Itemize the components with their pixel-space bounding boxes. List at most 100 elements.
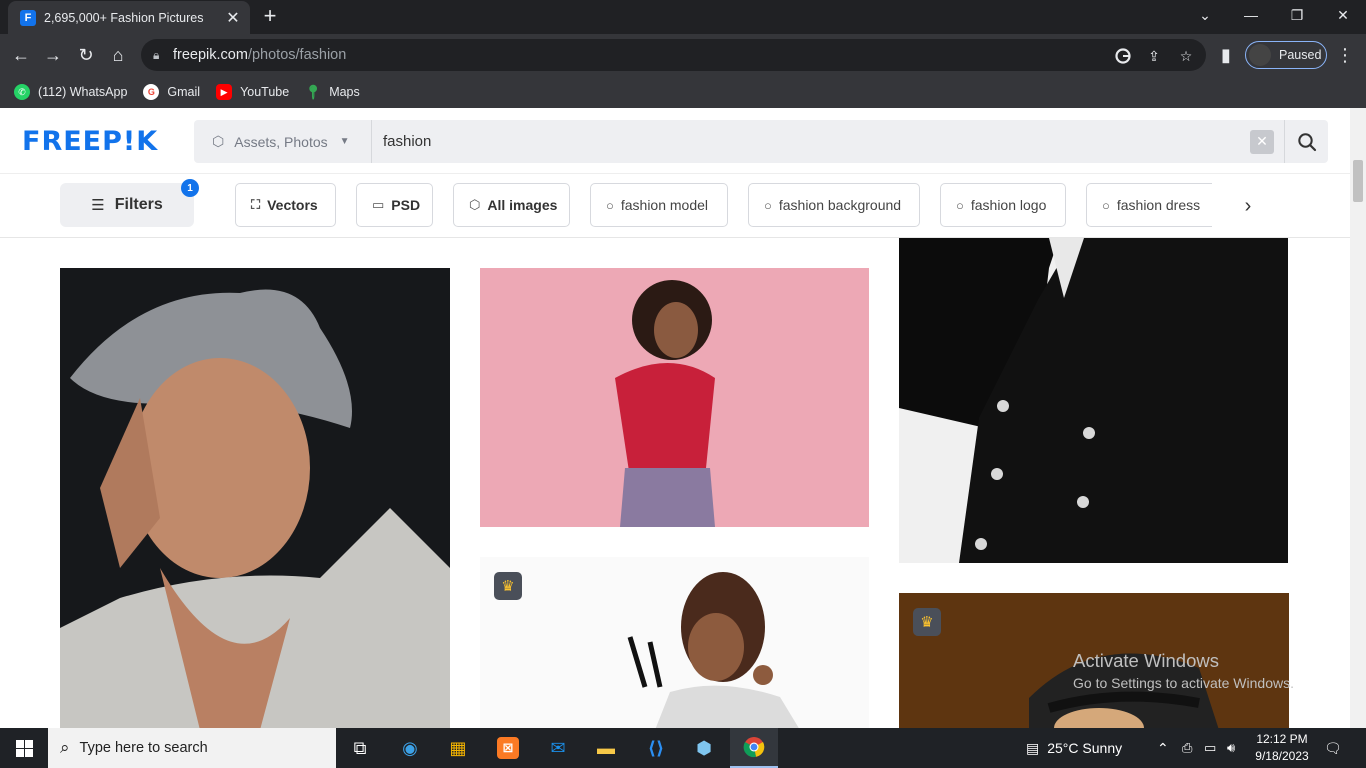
browser-tab[interactable]: F 2,695,000+ Fashion Pictures ✕ — [8, 1, 250, 34]
microsoft-store-icon[interactable]: ▦ — [434, 728, 482, 768]
clear-search-icon[interactable]: ✕ — [1250, 129, 1274, 154]
chevron-right-icon[interactable]: › — [1236, 194, 1260, 218]
image-card-hat-woman[interactable] — [60, 268, 450, 728]
chip-fashion-background[interactable]: ○ fashion background — [748, 183, 920, 227]
minimize-button[interactable]: — — [1228, 0, 1274, 30]
youtube-icon: ▶ — [216, 84, 233, 100]
bookmark-label: YouTube — [240, 85, 290, 99]
bookmark-maps[interactable]: 📍︎ Maps — [304, 84, 360, 100]
chip-label: All images — [487, 197, 558, 213]
reload-button[interactable]: ↻ — [74, 43, 98, 67]
bookmarks-bar: ✆ (112) WhatsApp G Gmail ▶ YouTube 📍︎ Ma… — [0, 76, 1366, 108]
show-hidden-icons[interactable]: ⌃ — [1157, 728, 1169, 768]
clock-time: 12:12 PM — [1256, 732, 1308, 746]
search-icon: ○ — [1102, 197, 1110, 213]
images-icon: ⬡ — [469, 197, 481, 212]
windows-logo-icon — [15, 739, 33, 757]
task-view-icon[interactable]: ⧉ — [336, 728, 384, 768]
battery-icon[interactable]: ▭ — [1204, 728, 1216, 768]
filters-count-badge: 1 — [181, 179, 199, 197]
windows-taskbar: ⌕ Type here to search ⧉ ◉ ▦ ⊠ ✉ ▬ ⟨⟩ ⬢ ▤… — [0, 728, 1366, 768]
notifications-icon[interactable]: 🗨︎ — [1324, 728, 1342, 768]
weather-widget[interactable]: ▤ 25°C Sunny — [1026, 728, 1122, 768]
search-icon: ○ — [956, 197, 964, 213]
search-input[interactable] — [372, 120, 1250, 163]
vscode-icon[interactable]: ⟨⟩ — [632, 728, 680, 768]
clock-date: 9/18/2023 — [1255, 749, 1309, 763]
vectors-icon: ⛶ — [251, 197, 261, 212]
web-page: FREEP!K ⬡ Assets, Photos ▼ ✕ ☰ Filters 1… — [0, 108, 1350, 728]
image-card-red-jacket[interactable] — [480, 268, 869, 527]
mail-icon[interactable]: ✉ — [534, 728, 582, 768]
woman-with-glasses-photo — [480, 557, 869, 728]
chip-label: Vectors — [267, 197, 318, 213]
search-icon — [1297, 132, 1316, 151]
edge-icon[interactable]: ◉ — [386, 728, 434, 768]
chip-label: fashion dress — [1116, 197, 1201, 213]
bookmark-whatsapp[interactable]: ✆ (112) WhatsApp — [14, 84, 127, 100]
home-button[interactable]: ⌂ — [106, 43, 130, 67]
chip-label: fashion logo — [970, 197, 1047, 213]
chip-psd[interactable]: ▭ PSD — [356, 183, 433, 227]
black-blazer-photo — [899, 238, 1288, 563]
url-domain: freepik.com — [173, 47, 248, 63]
url-path: /photos/fashion — [247, 47, 347, 63]
chip-fashion-dress[interactable]: ○ fashion dress — [1086, 183, 1212, 227]
weather-icon: ▤ — [1026, 739, 1040, 756]
search-button[interactable] — [1284, 120, 1328, 163]
google-lens-icon[interactable] — [1114, 47, 1132, 65]
chip-fashion-model[interactable]: ○ fashion model — [590, 183, 728, 227]
browser-toolbar: ← → ↻ ⌂ 🔒︎ freepik.com/photos/fashion ⇪ … — [0, 34, 1366, 76]
volume-icon[interactable]: 🔊︎ — [1227, 728, 1235, 768]
close-window-button[interactable]: ✕ — [1320, 0, 1366, 30]
woman-red-jacket-photo — [480, 268, 869, 527]
bookmark-gmail[interactable]: G Gmail — [143, 84, 200, 100]
taskbar-search-box[interactable]: ⌕ Type here to search — [48, 728, 336, 768]
chip-vectors[interactable]: ⛶ Vectors — [235, 183, 336, 227]
share-icon[interactable]: ⇪ — [1145, 47, 1163, 65]
chip-fashion-logo[interactable]: ○ fashion logo — [940, 183, 1066, 227]
taskbar-search-placeholder: Type here to search — [79, 740, 208, 756]
virtualbox-icon[interactable]: ⬢ — [680, 728, 728, 768]
search-icon: ⌕ — [60, 738, 70, 757]
image-card-leather-cap[interactable]: ♛ — [899, 593, 1289, 728]
side-panel-icon[interactable]: ▮ — [1214, 43, 1238, 67]
start-button[interactable] — [0, 728, 48, 768]
search-icon: ○ — [764, 197, 772, 213]
bookmark-label: Gmail — [167, 85, 201, 99]
asset-type-label: Assets, Photos — [234, 133, 328, 150]
chip-all-images[interactable]: ⬡ All images — [453, 183, 570, 227]
bookmark-label: Maps — [329, 85, 360, 99]
bookmark-youtube[interactable]: ▶ YouTube — [216, 84, 289, 100]
close-tab-icon[interactable]: ✕ — [224, 8, 242, 28]
google-icon: G — [143, 84, 160, 100]
chrome-taskbar-icon[interactable] — [730, 728, 778, 768]
lock-icon[interactable]: 🔒︎ — [153, 48, 173, 63]
meet-now-icon[interactable]: ⎙ — [1182, 728, 1192, 768]
filter-bar: ☰ Filters 1 ⛶ Vectors ▭ PSD ⬡ All images ○ f… — [0, 174, 1350, 238]
xampp-icon[interactable]: ⊠ — [484, 728, 532, 768]
bookmark-star-icon[interactable]: ☆ — [1177, 47, 1195, 65]
filters-label: Filters — [114, 196, 163, 213]
freepik-logo[interactable]: FREEP!K — [22, 126, 158, 157]
file-explorer-icon[interactable]: ▬ — [582, 728, 630, 768]
more-menu-icon[interactable]: ⋮ — [1333, 43, 1357, 67]
freepik-favicon: F — [20, 9, 36, 26]
scrollbar-thumb[interactable] — [1353, 160, 1363, 202]
forward-button[interactable]: → — [41, 43, 65, 67]
restore-button[interactable]: ❐ — [1274, 0, 1320, 30]
search-bar: ⬡ Assets, Photos ▼ ✕ — [194, 120, 1328, 163]
asset-type-dropdown[interactable]: ⬡ Assets, Photos ▼ — [194, 120, 372, 163]
address-bar[interactable]: 🔒︎ freepik.com/photos/fashion ⇪ ☆ — [141, 39, 1206, 71]
tab-search-chevron-icon[interactable]: ⌄ — [1182, 0, 1228, 30]
chrome-icon — [743, 737, 765, 758]
page-scrollbar[interactable] — [1350, 108, 1366, 728]
back-button[interactable]: ← — [9, 43, 33, 67]
profile-button[interactable]: Paused — [1245, 41, 1327, 69]
filters-button[interactable]: ☰ Filters — [60, 183, 194, 227]
search-icon: ○ — [606, 197, 614, 213]
new-tab-button[interactable]: + — [258, 5, 282, 27]
taskbar-clock[interactable]: 12:12 PM 9/18/2023 — [1248, 731, 1316, 765]
image-card-glasses-woman[interactable]: ♛ — [480, 557, 869, 728]
image-card-black-blazer[interactable] — [899, 238, 1288, 563]
